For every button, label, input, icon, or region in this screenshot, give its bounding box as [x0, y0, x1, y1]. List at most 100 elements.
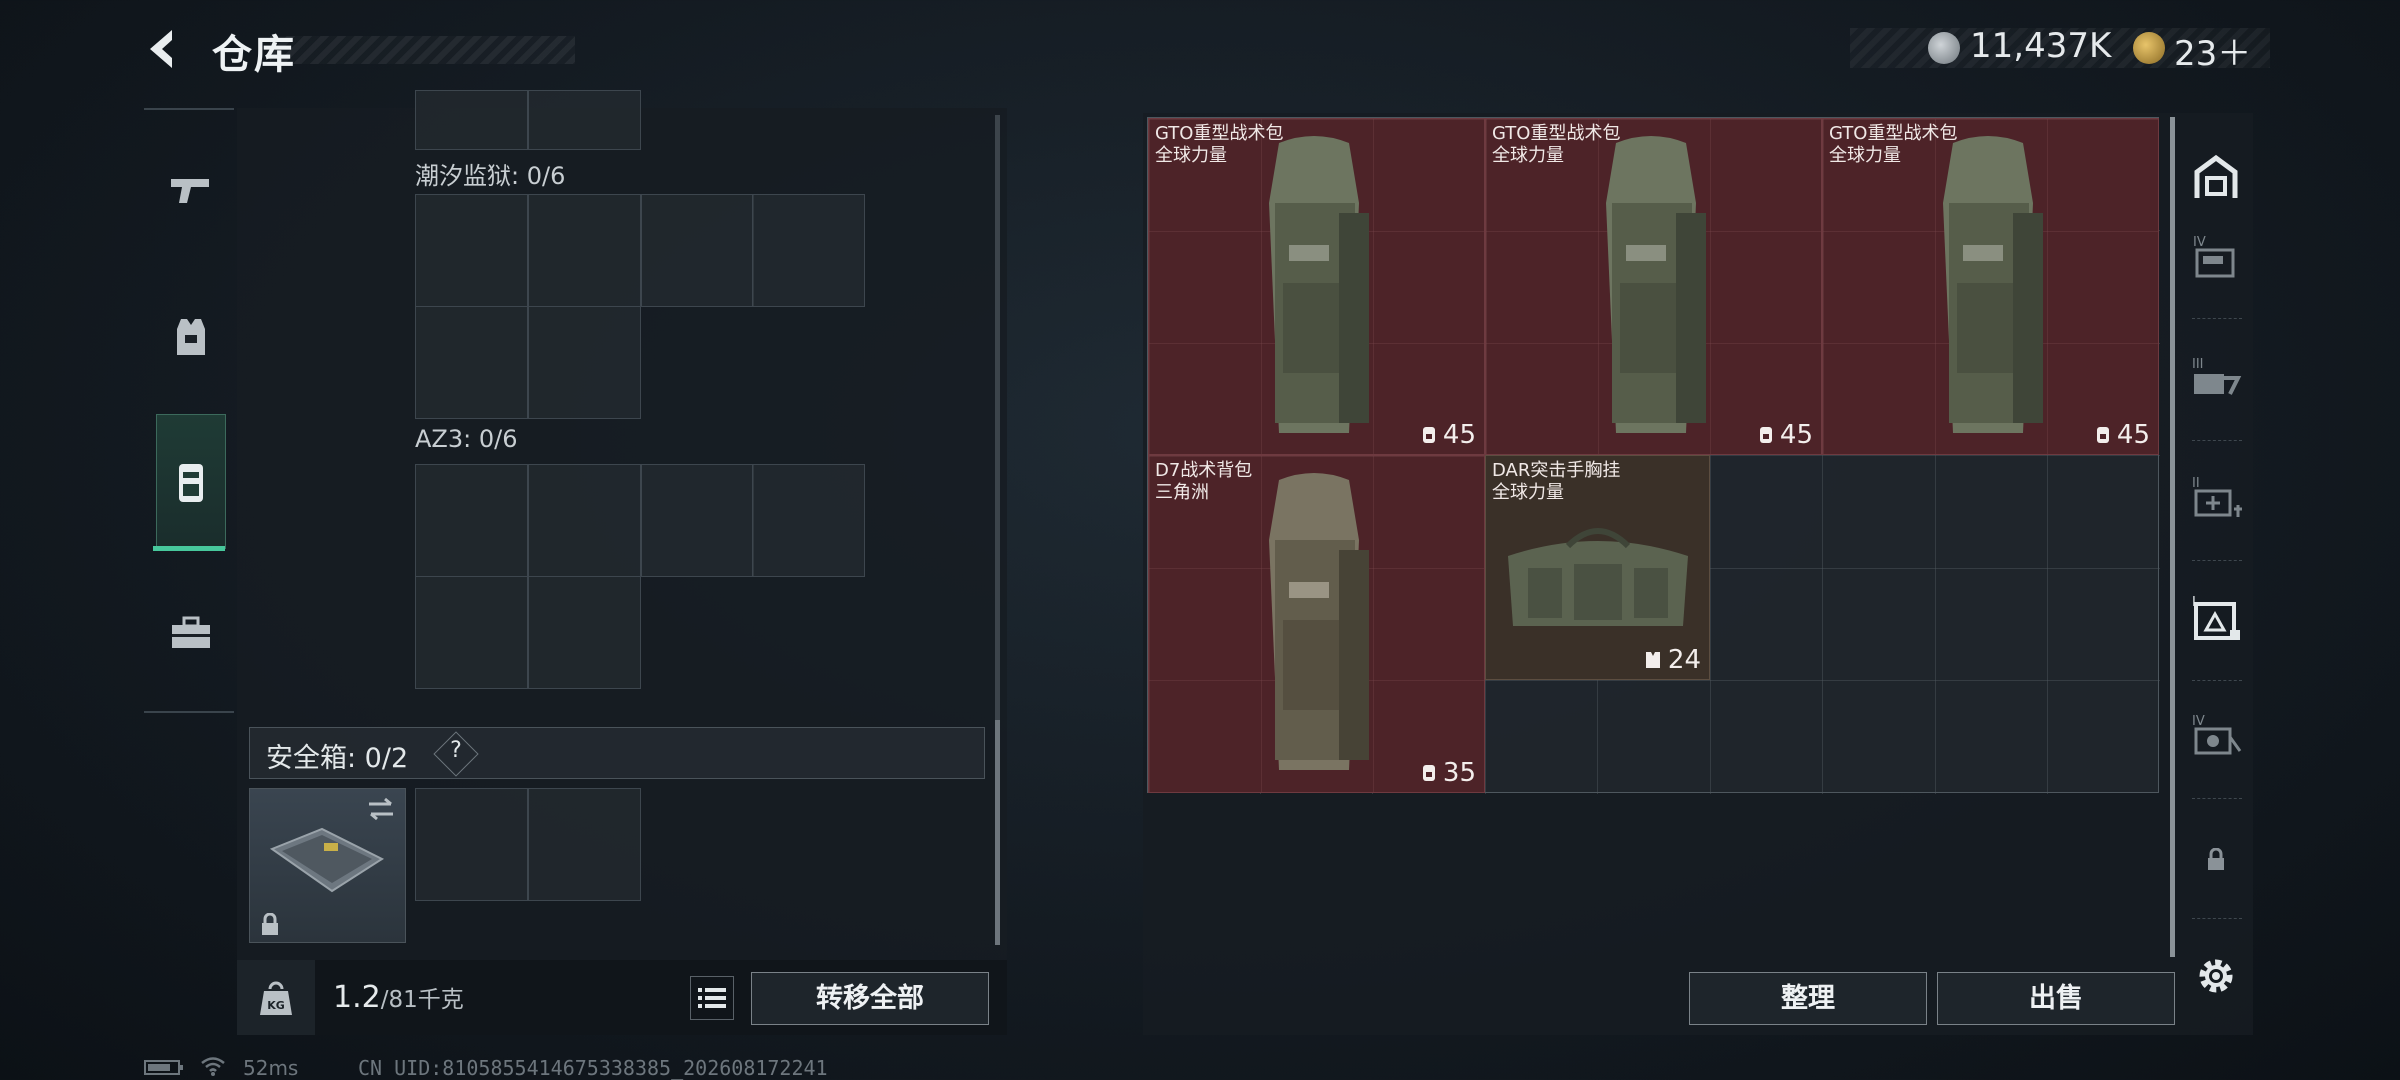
lock-icon [2208, 848, 2224, 870]
weight-value: 1.2/81千克 [333, 980, 464, 1015]
grid-cell[interactable] [528, 90, 641, 150]
grid-cell[interactable] [415, 576, 528, 689]
user-uid: CN UID:8105855414675338385_202608172241 [358, 1056, 828, 1080]
transfer-all-button[interactable]: 转移全部 [751, 972, 989, 1025]
safe-box-cell[interactable] [415, 788, 528, 901]
stash-page-iv[interactable]: IV [2188, 228, 2244, 284]
active-indicator [153, 546, 225, 551]
svg-text:KG: KG [267, 999, 285, 1012]
svg-text:IV: IV [2193, 235, 2206, 250]
backpack-small-icon [1422, 427, 1435, 443]
backpack-small-icon [2096, 427, 2109, 443]
rail-weapons[interactable] [156, 155, 226, 225]
backpack-small-icon [1759, 427, 1772, 443]
stash-page-active[interactable]: I [2188, 590, 2244, 646]
rail-divider [2192, 318, 2242, 319]
stash-item[interactable]: D7战术背包 三角洲 35 [1148, 455, 1485, 793]
grid-cell[interactable] [415, 194, 528, 307]
rail-divider [2192, 680, 2242, 681]
stash-page-1[interactable] [2188, 150, 2244, 206]
chevron-left-icon [150, 30, 172, 68]
stash-tier-iv-b-icon: IV [2192, 714, 2242, 755]
weight-kg-icon: KG [260, 981, 292, 1015]
list-view-button[interactable] [690, 976, 734, 1020]
max-weight: /81千克 [380, 987, 464, 1013]
settings-button[interactable] [2188, 948, 2244, 1004]
chest-rig-small-icon [1645, 652, 1660, 668]
rail-divider [2192, 798, 2242, 799]
gold-coin-icon[interactable] [2133, 32, 2165, 64]
armor-vest-icon [177, 319, 205, 355]
stash-tier-iii-icon: III [2192, 357, 2242, 395]
grid-cell[interactable] [641, 194, 754, 307]
stash-item[interactable]: GTO重型战术包 全球力量 45 [1148, 118, 1485, 455]
rail-divider [2192, 440, 2242, 441]
grid-cell[interactable] [528, 464, 641, 577]
safe-box-item[interactable] [249, 788, 406, 943]
rail-backpacks[interactable] [156, 414, 226, 549]
toolbox-icon [172, 616, 210, 648]
stash-tier-i-icon: I [2192, 595, 2240, 640]
section-label: AZ3: 0/6 [415, 425, 518, 453]
stash-grid: GTO重型战术包 全球力量 45 GTO重型战术包 全球力量 45 GTO重型战… [1147, 117, 2160, 794]
rail-toolbox[interactable] [156, 598, 226, 668]
stash-page-iii[interactable]: III [2188, 350, 2244, 406]
stash-tier-ii-add-icon: II [2192, 476, 2242, 517]
grid-cell[interactable] [752, 194, 865, 307]
grid-cell[interactable] [415, 306, 528, 419]
help-icon[interactable]: ? [446, 738, 466, 763]
title-decoration [270, 36, 575, 64]
backpack-icon [1269, 473, 1369, 770]
page-title: 仓库 [212, 32, 296, 78]
safe-box-cell[interactable] [528, 788, 641, 901]
stash-page-iv-b[interactable]: IV [2188, 708, 2244, 764]
secure-case-icon [269, 827, 385, 893]
silver-coin-icon [1928, 32, 1960, 64]
stash-item[interactable]: GTO重型战术包 全球力量 45 [1485, 118, 1822, 455]
battery-icon [144, 1060, 183, 1075]
pistol-icon [171, 179, 209, 203]
wifi-icon [201, 1057, 226, 1076]
item-name: D7战术背包 三角洲 [1155, 460, 1253, 503]
stash-item[interactable]: DAR突击手胸挂 全球力量 24 [1485, 455, 1710, 680]
item-capacity: 45 [1421, 420, 1476, 450]
stash-tier-iv-icon: IV [2193, 235, 2235, 278]
item-name: GTO重型战术包 全球力量 [1829, 123, 1958, 166]
backpack-small-icon [1422, 765, 1435, 781]
grid-cell[interactable] [528, 306, 641, 419]
gear-icon [2199, 959, 2233, 993]
grid-cell[interactable] [415, 90, 528, 150]
item-name: GTO重型战术包 全球力量 [1155, 123, 1284, 166]
list-icon [698, 988, 726, 1008]
chest-rig-icon [1508, 528, 1688, 626]
weight-icon-box: KG [237, 960, 315, 1035]
sell-button[interactable]: 出售 [1937, 972, 2175, 1025]
grid-cell[interactable] [641, 464, 754, 577]
grid-cell[interactable] [528, 194, 641, 307]
grid-cell[interactable] [528, 576, 641, 689]
left-scrollbar-thumb[interactable] [995, 720, 1000, 945]
locked-page[interactable] [2188, 832, 2244, 888]
silver-currency-value: 11,437K [1970, 26, 2112, 66]
stash-item[interactable]: GTO重型战术包 全球力量 45 [1822, 118, 2159, 455]
gold-currency-value[interactable]: 23＋ [2174, 26, 2251, 75]
rail-divider [2192, 918, 2242, 919]
grid-cell[interactable] [752, 464, 865, 577]
ping-value: 52ms [243, 1056, 299, 1080]
rail-armor[interactable] [156, 302, 226, 372]
sort-button[interactable]: 整理 [1689, 972, 1927, 1025]
svg-text:IV: IV [2192, 714, 2205, 729]
grid-cell[interactable] [415, 464, 528, 577]
back-button[interactable] [140, 24, 190, 74]
item-name: GTO重型战术包 全球力量 [1492, 123, 1621, 166]
section-label: 潮汐监狱: 0/6 [415, 162, 566, 190]
lock-icon [262, 913, 278, 935]
svg-text:II: II [2192, 476, 2200, 491]
safe-box-label: 安全箱: 0/2 [266, 743, 409, 774]
stash-scrollbar-thumb[interactable] [2170, 117, 2175, 957]
backpack-icon [1269, 136, 1369, 433]
status-icons [144, 1056, 226, 1080]
item-name: DAR突击手胸挂 全球力量 [1492, 460, 1621, 503]
rail-divider [2192, 560, 2242, 561]
stash-page-ii[interactable]: II [2188, 470, 2244, 526]
